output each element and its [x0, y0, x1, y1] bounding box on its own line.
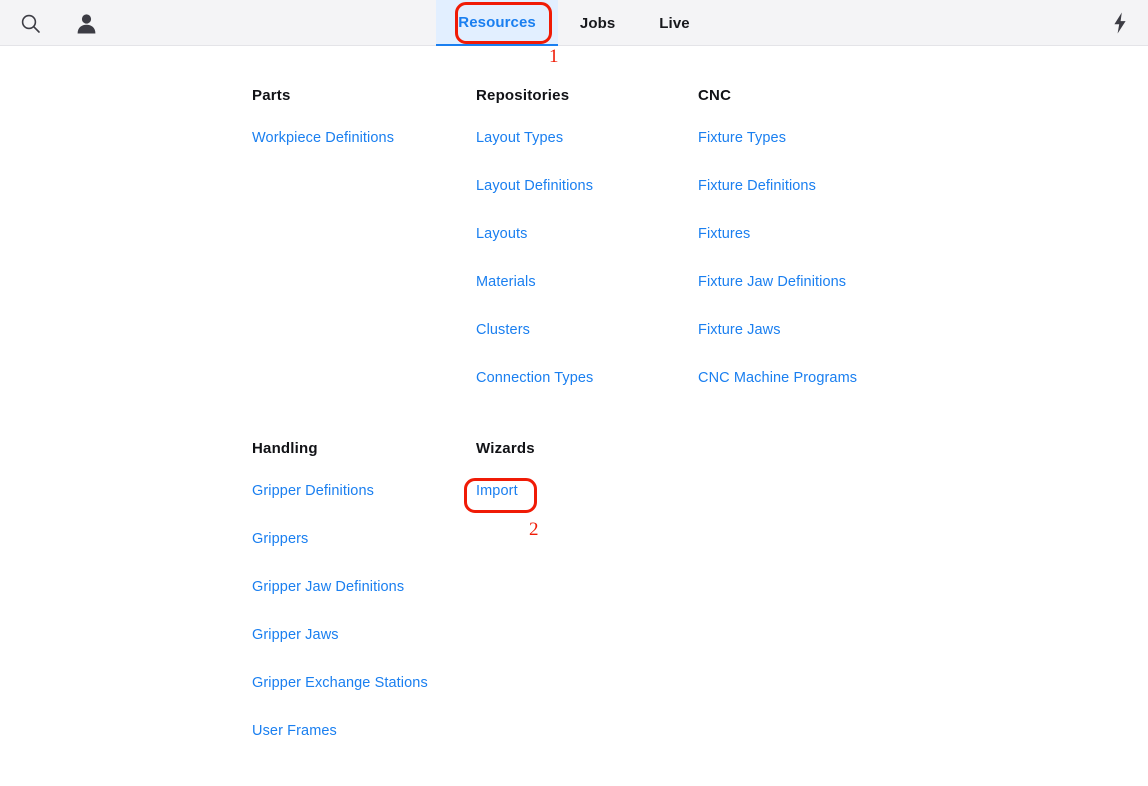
link-gripper-definitions[interactable]: Gripper Definitions — [252, 483, 467, 499]
search-icon[interactable] — [14, 0, 46, 46]
tab-jobs[interactable]: Jobs — [558, 0, 637, 46]
column-heading-cnc: CNC — [698, 87, 732, 104]
tab-resources[interactable]: Resources — [436, 0, 558, 46]
column-heading-handling: Handling — [252, 440, 318, 457]
menu-column-parts: Parts Workpiece Definitions — [252, 87, 467, 146]
column-heading-parts: Parts — [252, 87, 291, 104]
link-fixtures[interactable]: Fixtures — [698, 226, 913, 242]
column-heading-wizards: Wizards — [476, 440, 535, 457]
column-heading-repositories: Repositories — [476, 87, 570, 104]
link-layout-definitions[interactable]: Layout Definitions — [476, 178, 691, 194]
link-grippers[interactable]: Grippers — [252, 531, 467, 547]
resources-menu-panel: Parts Workpiece Definitions Repositories… — [0, 47, 1148, 786]
app-header: Resources Jobs Live — [0, 0, 1148, 46]
tab-jobs-label: Jobs — [579, 14, 616, 32]
main-nav-tabs: Resources Jobs Live — [0, 0, 1148, 46]
link-gripper-exchange-stations[interactable]: Gripper Exchange Stations — [252, 675, 467, 691]
menu-column-repositories: Repositories Layout Types Layout Definit… — [476, 87, 691, 386]
user-icon[interactable] — [70, 0, 102, 46]
link-cnc-machine-programs[interactable]: CNC Machine Programs — [698, 370, 913, 386]
link-fixture-jaws[interactable]: Fixture Jaws — [698, 322, 913, 338]
menu-column-cnc: CNC Fixture Types Fixture Definitions Fi… — [698, 87, 913, 386]
power-bolt-icon[interactable] — [1104, 0, 1136, 46]
link-gripper-jaw-definitions[interactable]: Gripper Jaw Definitions — [252, 579, 467, 595]
link-connection-types[interactable]: Connection Types — [476, 370, 691, 386]
link-gripper-jaws[interactable]: Gripper Jaws — [252, 627, 467, 643]
link-layout-types[interactable]: Layout Types — [476, 130, 691, 146]
menu-column-handling: Handling Gripper Definitions Grippers Gr… — [252, 440, 467, 739]
tab-live-label: Live — [659, 14, 690, 32]
link-import[interactable]: Import — [476, 483, 691, 499]
tab-resources-label: Resources — [458, 13, 536, 31]
link-fixture-jaw-definitions[interactable]: Fixture Jaw Definitions — [698, 274, 913, 290]
link-materials[interactable]: Materials — [476, 274, 691, 290]
link-fixture-types[interactable]: Fixture Types — [698, 130, 913, 146]
link-clusters[interactable]: Clusters — [476, 322, 691, 338]
link-fixture-definitions[interactable]: Fixture Definitions — [698, 178, 913, 194]
menu-column-wizards: Wizards Import — [476, 440, 691, 499]
link-workpiece-definitions[interactable]: Workpiece Definitions — [252, 130, 467, 146]
tab-live[interactable]: Live — [637, 0, 711, 46]
link-user-frames[interactable]: User Frames — [252, 723, 467, 739]
link-layouts[interactable]: Layouts — [476, 226, 691, 242]
